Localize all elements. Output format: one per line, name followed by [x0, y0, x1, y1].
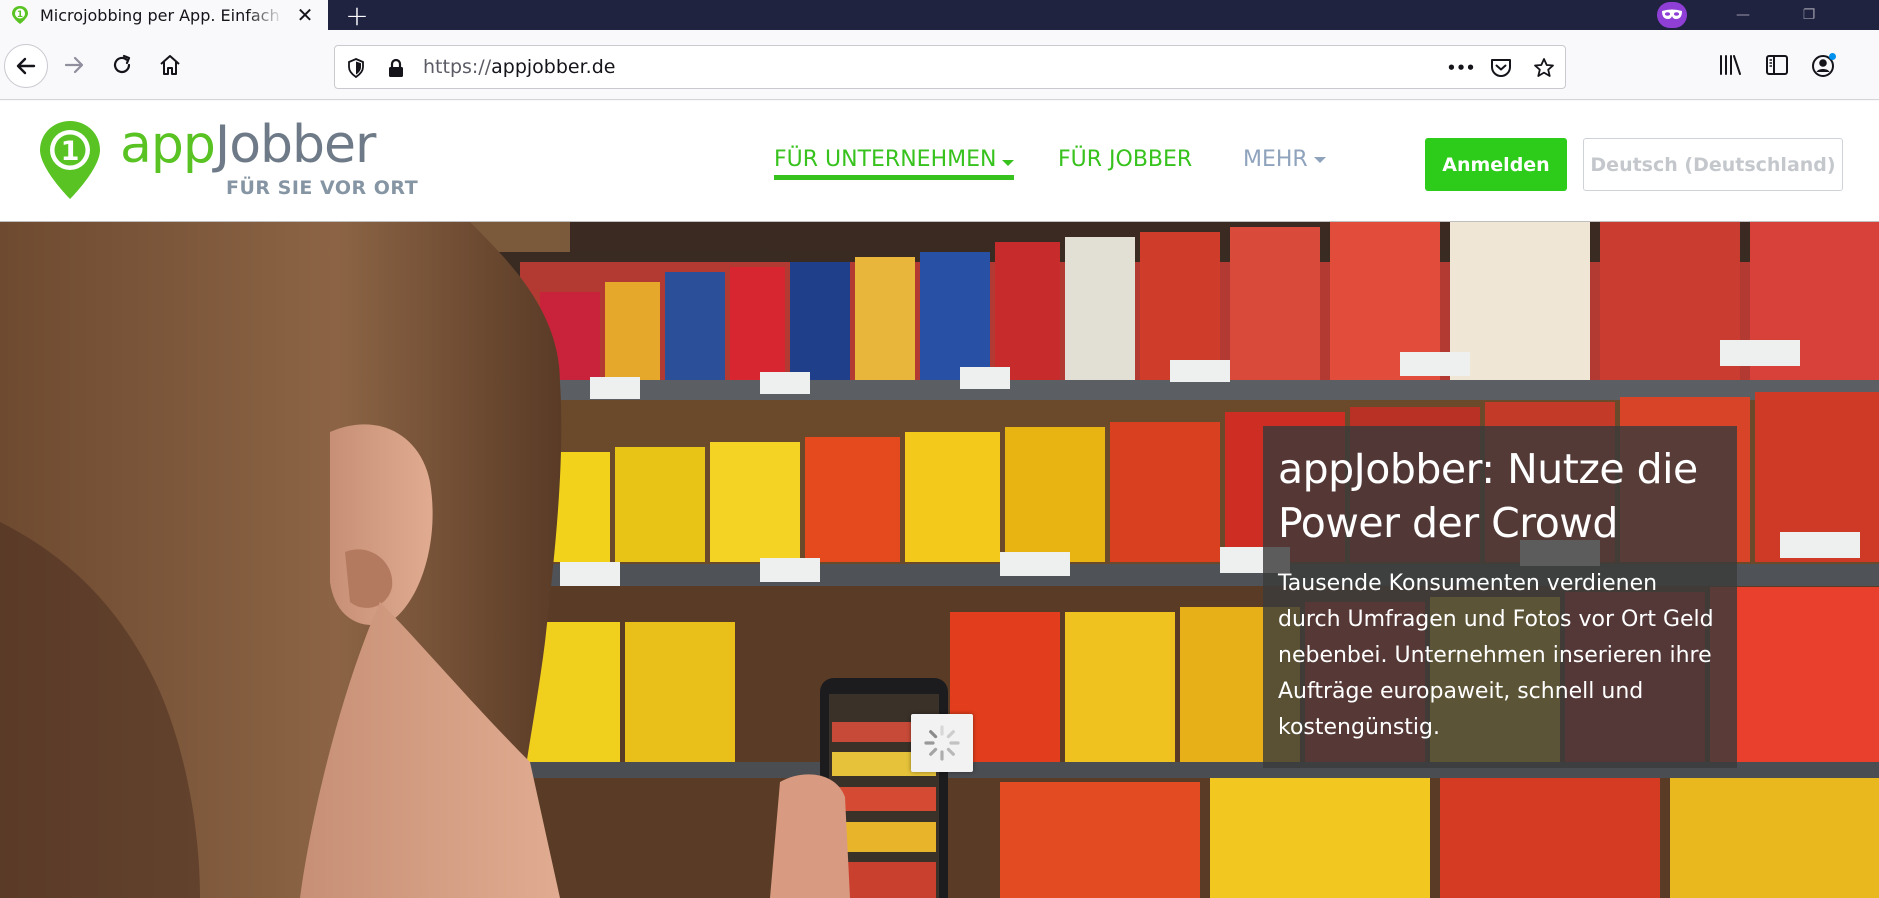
home-button[interactable] [154, 49, 186, 81]
window-restore-button[interactable]: ❐ [1786, 0, 1832, 30]
forward-button[interactable] [58, 49, 90, 81]
url-text[interactable]: https://appjobber.de [423, 56, 615, 78]
reload-button[interactable] [106, 49, 138, 81]
sidebar-toggle-icon[interactable] [1761, 49, 1793, 81]
logo-word-jobber: Jobber [214, 115, 377, 175]
private-browsing-mask-icon [1657, 2, 1687, 28]
caret-down-icon [1313, 156, 1326, 163]
tab-close-icon[interactable]: ✕ [294, 3, 316, 27]
tab-strip: 1 Microjobbing per App. Einfach ✕ + — ❐ [0, 0, 1879, 32]
favicon-digit: 1 [17, 10, 23, 20]
login-button[interactable]: Anmelden [1425, 138, 1567, 191]
account-icon[interactable] [1808, 49, 1840, 81]
hero-text-card: appJobber: Nutze die Power der Crowd Tau… [1263, 426, 1737, 768]
hero-title: appJobber: Nutze die Power der Crowd [1278, 445, 1698, 547]
logo-word-app: app [120, 115, 216, 175]
url-scheme: https:// [423, 56, 492, 78]
reload-icon [113, 54, 131, 74]
url-host: appjobber.de [491, 56, 616, 78]
nav-fuer-unternehmen[interactable]: FÜR UNTERNEHMEN [774, 147, 1015, 180]
back-button[interactable] [4, 44, 48, 88]
tab-title: Microjobbing per App. Einfach [40, 5, 280, 25]
navigation-toolbar: https://appjobber.de ••• [0, 30, 1879, 100]
logo-tagline: FÜR SIE VOR ORT [226, 177, 419, 199]
bookmark-star-icon[interactable] [1533, 57, 1555, 79]
pocket-icon[interactable] [1490, 57, 1512, 79]
nav-fuer-jobber-label: FÜR JOBBER [1058, 147, 1193, 172]
arrow-left-icon [16, 57, 36, 75]
browser-tab-active[interactable]: 1 Microjobbing per App. Einfach ✕ [0, 0, 328, 30]
appjobber-favicon-icon: 1 [12, 6, 28, 24]
logo-digit: 1 [61, 136, 80, 167]
appjobber-logo[interactable]: 1 appJobber FÜR SIE VOR ORT [38, 115, 419, 203]
nav-fuer-jobber[interactable]: FÜR JOBBER [1058, 147, 1192, 172]
hero-section: appJobber: Nutze die Power der Crowd Tau… [0, 222, 1879, 898]
logo-wordmark: appJobber [120, 115, 377, 175]
new-tab-button[interactable]: + [342, 0, 372, 32]
hero-description: Tausende Konsumenten verdienen durch Umf… [1278, 571, 1714, 740]
window-minimize-button[interactable]: — [1720, 0, 1766, 30]
padlock-icon[interactable] [385, 57, 407, 79]
library-icon[interactable] [1714, 49, 1746, 81]
loading-spinner-icon [911, 714, 973, 772]
nav-fuer-unternehmen-label: FÜR UNTERNEHMEN [774, 147, 997, 172]
nav-mehr[interactable]: MEHR [1243, 147, 1326, 172]
home-icon [160, 55, 180, 75]
arrow-right-icon [64, 56, 84, 74]
page-actions-more-icon[interactable]: ••• [1447, 57, 1476, 79]
site-header: 1 appJobber FÜR SIE VOR ORT FÜR UNTERNEH… [0, 101, 1879, 222]
nav-mehr-label: MEHR [1243, 147, 1308, 172]
tracking-protection-shield-icon[interactable] [345, 57, 367, 79]
location-pin-logo-icon: 1 [40, 121, 100, 199]
address-bar[interactable]: https://appjobber.de ••• [334, 45, 1566, 89]
language-select[interactable]: Deutsch (Deutschland) [1583, 138, 1843, 191]
caret-down-icon [1002, 160, 1015, 166]
